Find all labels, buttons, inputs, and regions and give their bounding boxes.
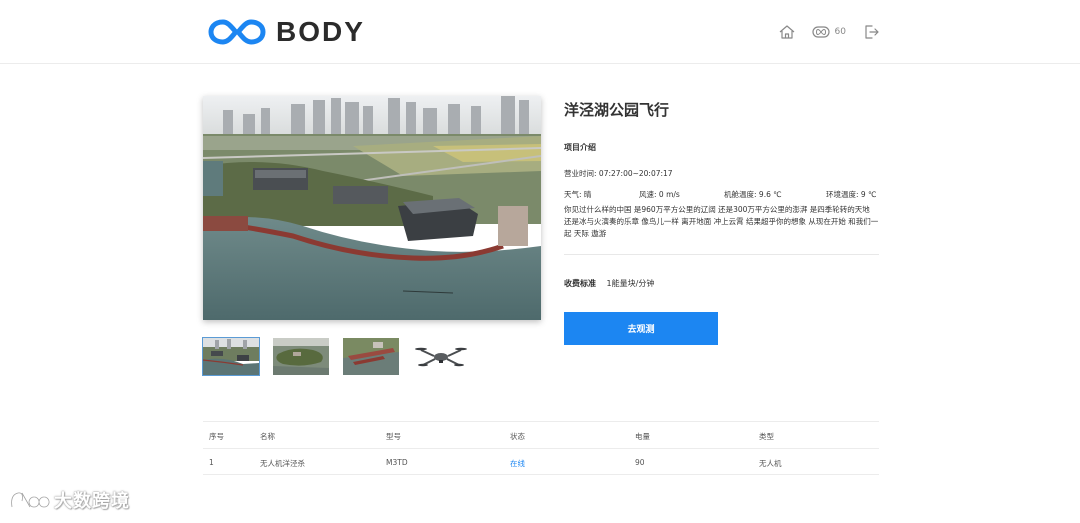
env-temp-label: 环境温度:	[826, 190, 859, 199]
pricing: 收费标准 1能量块/分钟	[564, 278, 654, 289]
infinity-logo-icon	[208, 19, 266, 45]
hours-label: 营业时间:	[564, 169, 597, 178]
table-row[interactable]: 1 无人机洋泾杀 M3TD 在线 90 无人机	[203, 448, 879, 475]
cell-type: 无人机	[759, 459, 782, 468]
price-label: 收费标准	[564, 279, 596, 288]
thumbnail-drone[interactable]	[413, 338, 469, 375]
go-observe-button[interactable]: 去观测	[564, 312, 718, 345]
thumbnail-aerial-island[interactable]	[273, 338, 329, 375]
price-value: 1能量块/分钟	[606, 279, 655, 288]
col-header-type: 类型	[759, 432, 774, 441]
cell-battery: 90	[635, 458, 645, 467]
intro-heading: 项目介绍	[564, 143, 596, 152]
info-divider	[564, 254, 879, 255]
col-header-index: 序号	[209, 432, 224, 441]
energy-icon	[811, 26, 830, 38]
weather-label: 天气:	[564, 190, 582, 199]
thumbnail-aerial-park[interactable]	[202, 337, 260, 376]
weather-info: 天气: 晴	[564, 189, 591, 200]
weather-row: 天气: 晴 风速: 0 m/s 机舱温度: 9.6 ℃ 环境温度: 9 ℃	[564, 189, 879, 199]
env-temp-info: 环境温度: 9 ℃	[826, 189, 877, 200]
thumbnail-strip	[202, 337, 483, 376]
weather-value: 晴	[583, 190, 592, 199]
wind-value: 0 m/s	[658, 190, 680, 199]
hours-value: 07:27:00~20:07:17	[598, 169, 673, 178]
cell-name: 无人机洋泾杀	[260, 459, 305, 468]
device-table: 序号 名称 型号 状态 电量 类型 1 无人机洋泾杀 M3TD 在线 90 无人…	[203, 421, 879, 475]
hero-aerial-image	[203, 96, 541, 320]
project-info-panel: 洋泾湖公园飞行 项目介绍 营业时间: 07:27:00~20:07:17 天气:…	[564, 96, 879, 240]
device-temp-value: 9.6 ℃	[758, 190, 782, 199]
watermark-logo-icon	[10, 491, 50, 509]
logout-icon[interactable]	[862, 23, 880, 41]
col-header-battery: 电量	[635, 432, 650, 441]
env-temp-value: 9 ℃	[860, 190, 877, 199]
col-header-name: 名称	[260, 432, 275, 441]
cell-index: 1	[209, 458, 214, 467]
home-icon[interactable]	[778, 23, 796, 41]
brand-name: BODY	[276, 16, 365, 47]
watermark: 大数跨境	[8, 487, 130, 513]
wind-info: 风速: 0 m/s	[639, 189, 680, 200]
top-header: BODY 60	[0, 0, 1080, 64]
wind-label: 风速:	[639, 190, 657, 199]
business-hours: 营业时间: 07:27:00~20:07:17	[564, 168, 879, 179]
col-header-model: 型号	[386, 432, 401, 441]
project-title: 洋泾湖公园飞行	[564, 101, 670, 119]
col-header-status: 状态	[510, 432, 525, 441]
cell-model: M3TD	[386, 458, 408, 467]
header-actions: 60	[778, 22, 880, 42]
device-temp-info: 机舱温度: 9.6 ℃	[724, 189, 782, 200]
table-header-row: 序号 名称 型号 状态 电量 类型	[203, 421, 879, 448]
project-description: 你见过什么样的中国 是960万平方公里的辽阔 还是300万平方公里的澎湃 是四季…	[564, 205, 879, 238]
device-temp-label: 机舱温度:	[724, 190, 757, 199]
thumbnail-aerial-pier[interactable]	[343, 338, 399, 375]
energy-count: 60	[834, 27, 846, 37]
energy-balance[interactable]: 60	[811, 23, 846, 41]
brand-logo[interactable]: BODY	[208, 16, 365, 48]
watermark-text: 大数跨境	[54, 491, 130, 512]
cell-status: 在线	[510, 459, 525, 468]
